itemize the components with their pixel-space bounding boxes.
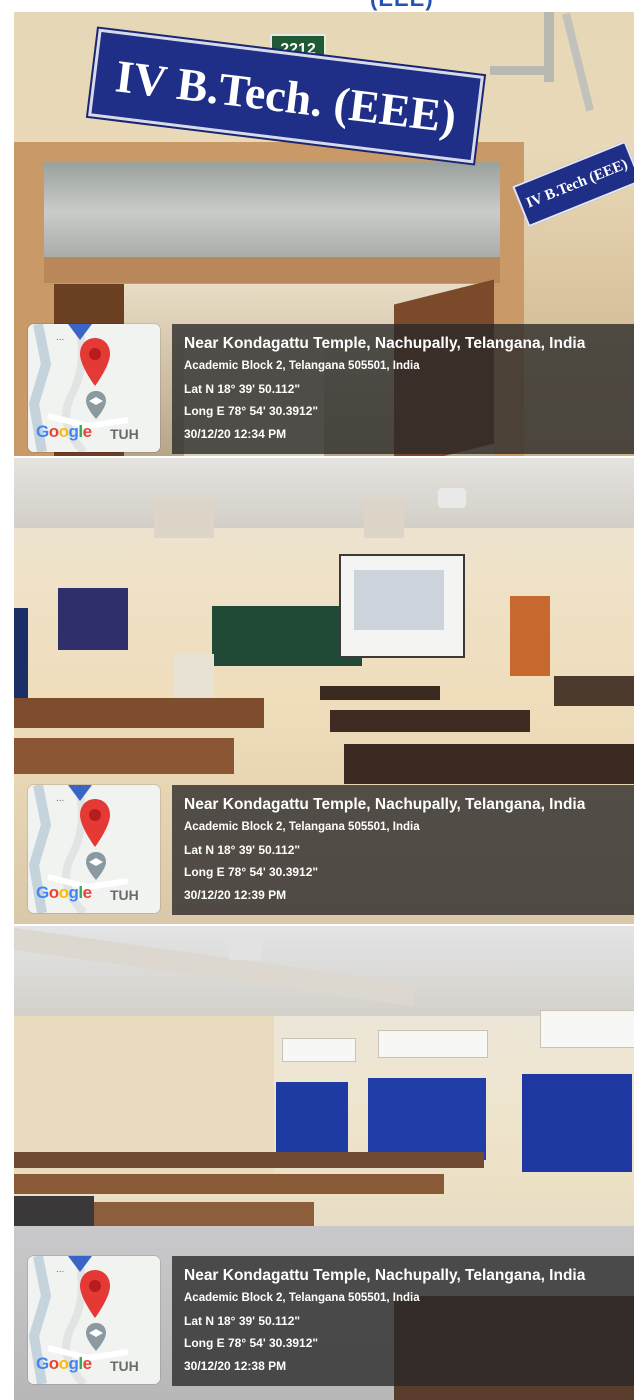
longitude-text: Long E 78° 54' 30.3912": [184, 1336, 319, 1350]
location-caption: Near Kondagattu Temple, Nachupally, Tela…: [172, 324, 634, 454]
datetime-text: 30/12/20 12:38 PM: [184, 1359, 287, 1373]
map-pin-icon: [80, 799, 110, 847]
side-sign-text: IV B.Tech (EEE): [523, 155, 630, 212]
graduation-cap-icon: [86, 391, 106, 419]
blue-curtain: [276, 1082, 348, 1152]
map-pin-icon: [80, 1270, 110, 1318]
photo-classroom-board: ... Google TUH Near Kondagattu Temple, N…: [14, 458, 634, 924]
latitude-text: Lat N 18° 39' 50.112": [184, 382, 301, 396]
google-logo: Google: [36, 1354, 92, 1373]
datetime-text: 30/12/20 12:34 PM: [184, 427, 287, 441]
photo-classroom-curtains: ... Google TUH Near Kondagattu Temple, N…: [14, 926, 634, 1400]
podium: [174, 654, 214, 702]
ceiling: [14, 458, 634, 528]
cropped-title: (EEE): [370, 0, 434, 12]
window: [378, 1030, 488, 1058]
place-text: Near Kondagattu Temple, Nachupally, Tela…: [184, 1267, 586, 1284]
map-label: TUH: [110, 1358, 139, 1374]
map-dots: ...: [56, 332, 65, 343]
window: [282, 1038, 356, 1062]
geotag-overlay: ... Google TUH Near Kondagattu Temple, N…: [14, 1256, 634, 1386]
longitude-text: Long E 78° 54' 30.3912": [184, 865, 319, 879]
ceiling-beam: [364, 498, 404, 538]
door: [510, 596, 550, 676]
window: [540, 1010, 634, 1048]
latitude-text: Lat N 18° 39' 50.112": [184, 1314, 301, 1328]
map-label: TUH: [110, 887, 139, 903]
projector-unit: [438, 488, 466, 508]
map-pin-icon: [80, 338, 110, 386]
pipe: [490, 66, 554, 75]
desk-row: [14, 1152, 484, 1168]
class-name-sign-text: IV B.Tech. (EEE): [112, 49, 460, 143]
graduation-cap-icon: [86, 1323, 106, 1351]
address-text: Academic Block 2, Telangana 505501, Indi…: [184, 1292, 420, 1304]
top-strip: (EEE): [0, 0, 634, 12]
blue-curtain: [522, 1074, 632, 1172]
map-dots: ...: [56, 1264, 65, 1275]
address-text: Academic Block 2, Telangana 505501, Indi…: [184, 360, 420, 372]
door-lintel: [44, 257, 500, 283]
map-thumbnail: ... Google TUH: [28, 324, 160, 452]
notice-board: [58, 588, 128, 650]
place-text: Near Kondagattu Temple, Nachupally, Tela…: [184, 796, 586, 813]
geotag-overlay: ... Google TUH Near Kondagattu Temple, N…: [14, 785, 634, 915]
map-thumbnail: ... Google TUH: [28, 785, 160, 913]
desk-row: [14, 1174, 444, 1194]
desk-row: [344, 744, 634, 784]
projected-slide: [354, 570, 444, 630]
desk-row: [14, 698, 264, 728]
pipe: [562, 12, 594, 112]
address-text: Academic Block 2, Telangana 505501, Indi…: [184, 821, 420, 833]
photo-classroom-door: 2212 IV B.Tech. (EEE) IV B.Tech (EEE) ..…: [14, 12, 634, 456]
ceiling-beam: [154, 498, 214, 538]
latitude-text: Lat N 18° 39' 50.112": [184, 843, 301, 857]
location-caption: Near Kondagattu Temple, Nachupally, Tela…: [172, 785, 634, 915]
map-dots: ...: [56, 793, 65, 804]
transom-window: [44, 162, 500, 262]
projector-unit: [228, 942, 262, 960]
google-logo: Google: [36, 883, 92, 902]
datetime-text: 30/12/20 12:39 PM: [184, 888, 287, 902]
side-sign: IV B.Tech (EEE): [512, 140, 634, 228]
longitude-text: Long E 78° 54' 30.3912": [184, 404, 319, 418]
place-text: Near Kondagattu Temple, Nachupally, Tela…: [184, 335, 586, 352]
desk-row: [320, 686, 440, 700]
graduation-cap-icon: [86, 852, 106, 880]
desk-row: [554, 676, 634, 706]
google-logo: Google: [36, 422, 92, 441]
desk-row: [330, 710, 530, 732]
blue-curtain: [368, 1078, 486, 1160]
geotag-overlay: ... Google TUH Near Kondagattu Temple, N…: [14, 324, 634, 454]
location-caption: Near Kondagattu Temple, Nachupally, Tela…: [172, 1256, 634, 1386]
map-label: TUH: [110, 426, 139, 442]
curtain: [14, 608, 28, 708]
map-thumbnail: ... Google TUH: [28, 1256, 160, 1384]
desk-row: [14, 738, 234, 774]
